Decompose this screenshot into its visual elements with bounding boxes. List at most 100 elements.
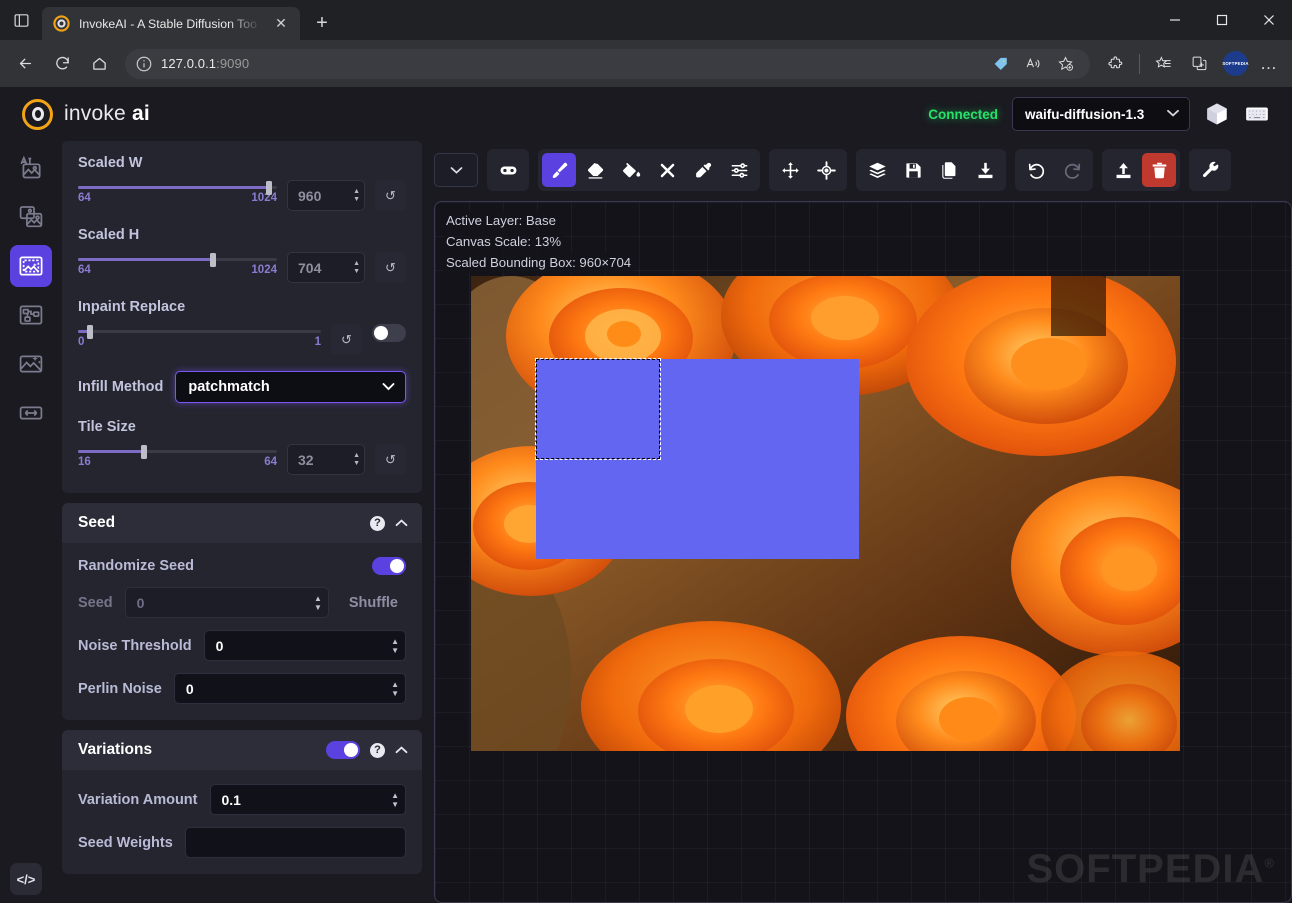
scaled-w-slider[interactable]: 64 1024 xyxy=(78,180,277,204)
tile-size-reset-button[interactable]: ↺ xyxy=(375,444,406,475)
tile-size-value: 32 xyxy=(298,451,314,468)
perlin-noise-input[interactable]: 0 ▲ ▼ xyxy=(173,673,406,704)
minimize-button[interactable] xyxy=(1151,0,1198,40)
stepper-icon[interactable]: ▲ ▼ xyxy=(314,594,322,611)
stepper-icon[interactable]: ▲ ▼ xyxy=(391,791,399,808)
collections-icon[interactable] xyxy=(1146,46,1181,81)
noise-threshold-input[interactable]: 0 ▲ ▼ xyxy=(203,630,406,661)
reload-icon[interactable] xyxy=(45,46,80,81)
sidebar-item-post-processing[interactable] xyxy=(10,343,52,385)
maximize-button[interactable] xyxy=(1198,0,1245,40)
cube-icon[interactable] xyxy=(1204,101,1230,127)
tile-size-slider[interactable]: 16 64 xyxy=(78,444,277,468)
inpaint-replace-toggle[interactable] xyxy=(372,324,406,342)
canvas-image[interactable] xyxy=(471,276,1180,751)
scaled-h-input[interactable]: 704 ▲ ▼ xyxy=(287,252,365,283)
mask-tool-button[interactable] xyxy=(491,153,525,187)
toolbar-divider xyxy=(1139,53,1140,74)
browser-window: InvokeAI - A Stable Diffusion Too ✕ + 12… xyxy=(0,0,1292,903)
tab-title: InvokeAI - A Stable Diffusion Too xyxy=(79,16,257,31)
sidebar-item-unified-canvas[interactable] xyxy=(10,245,52,287)
chevron-up-icon[interactable] xyxy=(395,743,408,757)
download-image-button[interactable] xyxy=(968,153,1002,187)
extensions-icon[interactable] xyxy=(1098,46,1133,81)
scaled-w-input[interactable]: 960 ▲ ▼ xyxy=(287,180,365,211)
redo-button[interactable] xyxy=(1055,153,1089,187)
brush-options-button[interactable] xyxy=(722,153,756,187)
sidebar-item-image-to-image[interactable] xyxy=(10,196,52,238)
back-icon[interactable] xyxy=(8,46,43,81)
profile-avatar[interactable]: SOFTPEDIA xyxy=(1222,51,1249,76)
randomize-seed-row: Randomize Seed xyxy=(78,557,406,575)
stepper-icon[interactable]: ▲ ▼ xyxy=(353,260,360,275)
perlin-noise-row: Perlin Noise 0 ▲ ▼ xyxy=(78,673,406,704)
site-info-icon[interactable] xyxy=(135,55,153,73)
fill-bounding-box-button[interactable] xyxy=(614,153,648,187)
keyboard-icon[interactable] xyxy=(1244,101,1270,127)
read-aloud-icon[interactable] xyxy=(1018,49,1048,79)
stepper-icon[interactable]: ▲ ▼ xyxy=(353,452,360,467)
tab-actions-icon[interactable] xyxy=(0,0,42,40)
new-tab-button[interactable]: + xyxy=(306,7,338,39)
help-icon[interactable]: ? xyxy=(370,742,385,758)
move-tool-button[interactable] xyxy=(773,153,807,187)
bounding-box-handle[interactable] xyxy=(535,358,661,460)
stepper-icon[interactable]: ▲ ▼ xyxy=(391,637,399,654)
shopping-tag-icon[interactable] xyxy=(986,49,1016,79)
upload-image-button[interactable] xyxy=(1106,153,1140,187)
erase-bounding-box-button[interactable] xyxy=(650,153,684,187)
model-select[interactable]: waifu-diffusion-1.3 xyxy=(1012,97,1190,131)
browser-essentials-icon[interactable] xyxy=(1182,46,1217,81)
canvas-stage[interactable]: Active Layer: Base Canvas Scale: 13% Sca… xyxy=(434,201,1292,903)
home-icon[interactable] xyxy=(82,46,117,81)
seed-panel-header[interactable]: Seed ? xyxy=(62,503,422,543)
save-to-gallery-button[interactable] xyxy=(896,153,930,187)
reset-view-button[interactable] xyxy=(809,153,843,187)
eraser-tool-button[interactable] xyxy=(578,153,612,187)
inpaint-replace-reset-button[interactable]: ↺ xyxy=(331,324,362,355)
tile-size-min: 16 xyxy=(78,456,91,468)
browser-menu-icon[interactable]: … xyxy=(1254,54,1284,74)
canvas-area: Active Layer: Base Canvas Scale: 13% Sca… xyxy=(434,141,1292,903)
seed-weights-label: Seed Weights xyxy=(78,834,173,851)
randomize-seed-toggle[interactable] xyxy=(372,557,406,575)
chevron-up-icon[interactable] xyxy=(395,516,408,530)
console-toggle-button[interactable]: </> xyxy=(10,863,42,895)
sidebar-item-training[interactable] xyxy=(10,392,52,434)
stepper-icon[interactable]: ▲ ▼ xyxy=(391,680,399,697)
variations-enable-toggle[interactable] xyxy=(326,741,360,759)
browser-tab[interactable]: InvokeAI - A Stable Diffusion Too ✕ xyxy=(42,7,300,40)
drawing-tools-group xyxy=(538,149,760,191)
tile-size-input[interactable]: 32 ▲ ▼ xyxy=(287,444,365,475)
seed-weights-input[interactable] xyxy=(184,827,406,858)
brush-tool-button[interactable] xyxy=(542,153,576,187)
scaled-h-slider[interactable]: 64 1024 xyxy=(78,252,277,276)
clear-canvas-button[interactable] xyxy=(1142,153,1176,187)
infill-method-select[interactable]: patchmatch xyxy=(175,371,406,403)
close-button[interactable] xyxy=(1245,0,1292,40)
merge-visible-button[interactable] xyxy=(860,153,894,187)
inpaint-replace-slider[interactable]: 0 1 xyxy=(78,324,321,348)
undo-button[interactable] xyxy=(1019,153,1053,187)
variation-amount-input[interactable]: 0.1 ▲ ▼ xyxy=(209,784,406,815)
variations-panel-header[interactable]: Variations ? xyxy=(62,730,422,770)
canvas-layer-dropdown[interactable] xyxy=(434,153,478,187)
sidebar-item-nodes[interactable] xyxy=(10,294,52,336)
noise-threshold-row: Noise Threshold 0 ▲ ▼ xyxy=(78,630,406,661)
help-icon[interactable]: ? xyxy=(370,515,385,531)
shuffle-button[interactable]: Shuffle xyxy=(341,595,406,611)
sidebar-item-text-to-image[interactable] xyxy=(10,147,52,189)
color-picker-tool-button[interactable] xyxy=(686,153,720,187)
tab-close-icon[interactable]: ✕ xyxy=(270,13,292,35)
canvas-settings-button[interactable] xyxy=(1193,153,1227,187)
scaled-h-reset-button[interactable]: ↺ xyxy=(375,252,406,283)
seed-input[interactable]: 0 ▲ ▼ xyxy=(124,587,329,618)
copy-to-clipboard-button[interactable] xyxy=(932,153,966,187)
scaled-w-reset-button[interactable]: ↺ xyxy=(375,180,406,211)
browser-navbar: 127.0.0.1:9090 SOFTPEDIA … xyxy=(0,40,1292,87)
address-bar[interactable]: 127.0.0.1:9090 xyxy=(125,48,1090,79)
bounding-box-options: Scaled W 64 1024 960 ▲ ▼ ↺ Scaled H 64 1… xyxy=(62,141,422,493)
tile-size-field: Tile Size 16 64 32 ▲ ▼ ↺ xyxy=(78,419,406,475)
stepper-icon[interactable]: ▲ ▼ xyxy=(353,188,360,203)
add-favorite-icon[interactable] xyxy=(1050,49,1080,79)
